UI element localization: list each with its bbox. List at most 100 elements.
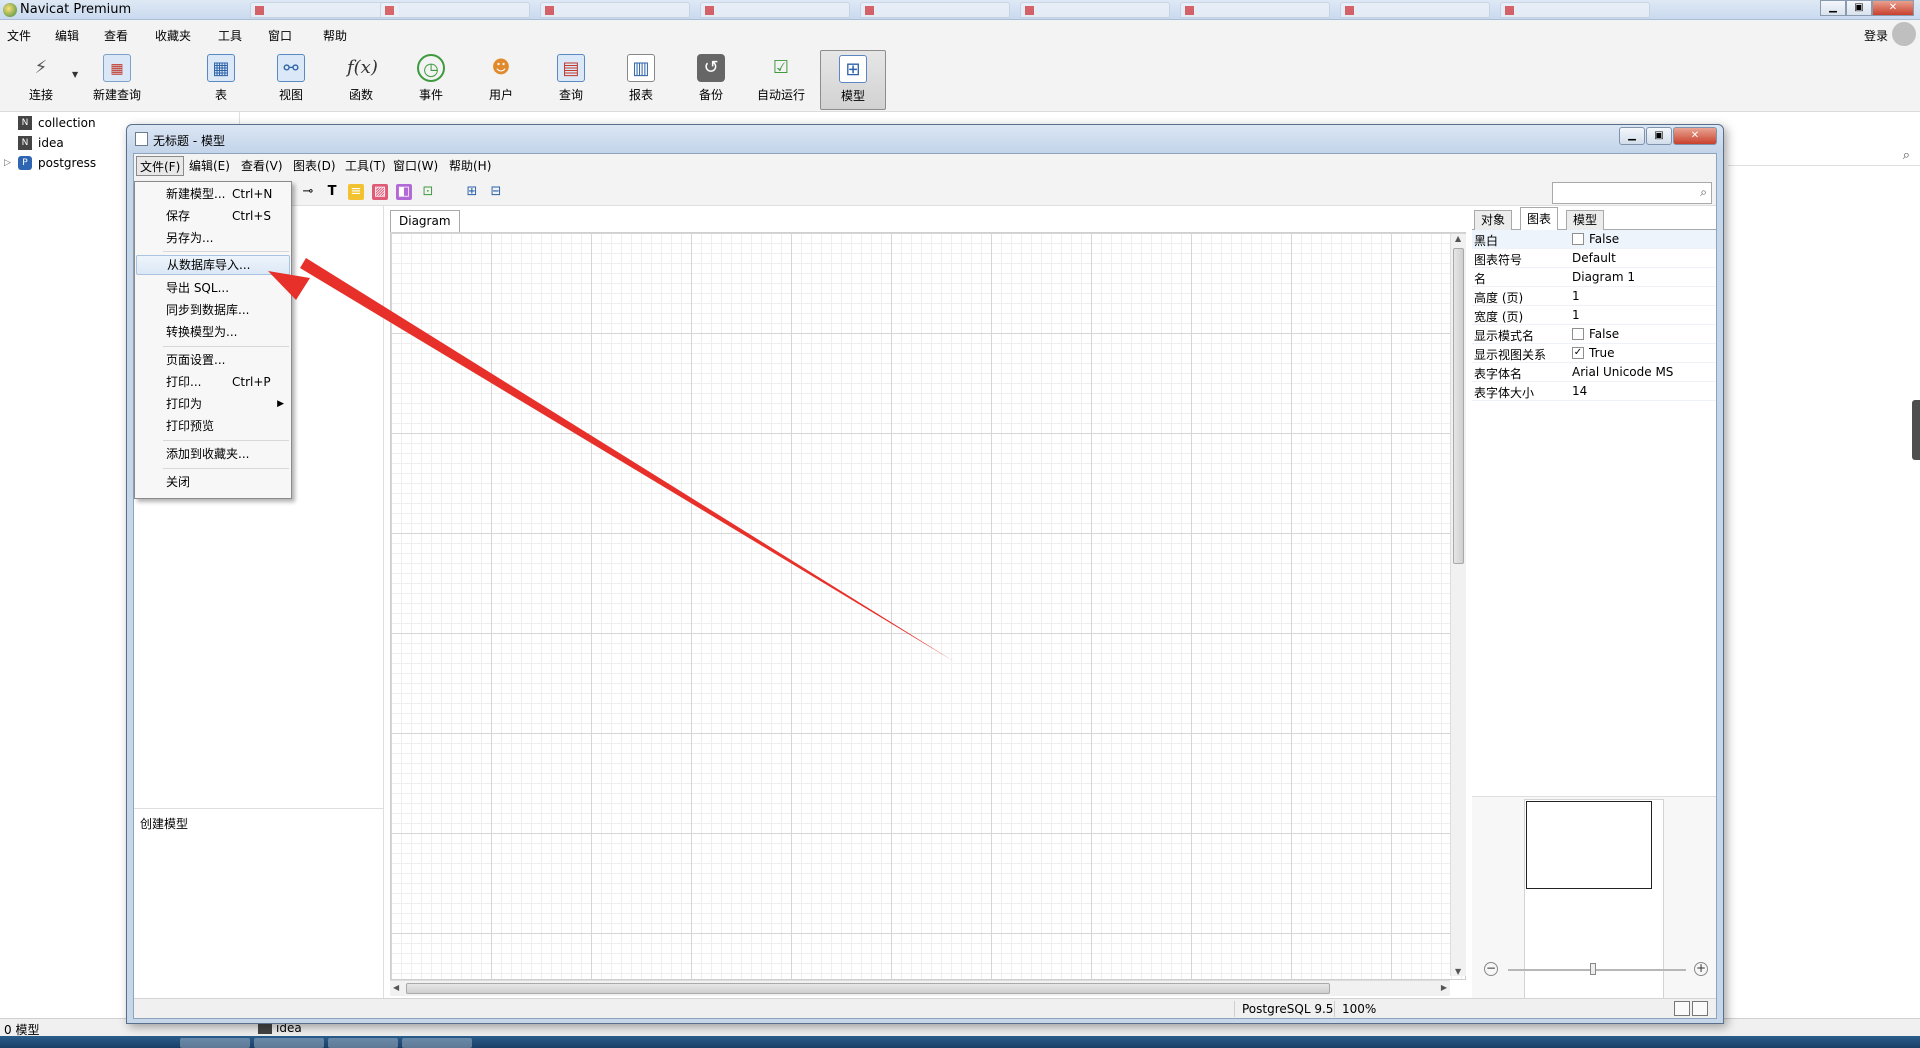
schedule-button[interactable]: ☑ 自动运行: [750, 50, 812, 110]
relation-tool-icon[interactable]: ⊸: [300, 184, 316, 200]
menu-view[interactable]: 查看(V): [238, 156, 286, 176]
new-query-button[interactable]: ▦ 新建查询: [86, 50, 148, 110]
connect-dropdown-icon[interactable]: ▼: [72, 70, 78, 79]
maximize-button[interactable]: ▣: [1846, 0, 1872, 16]
checkbox[interactable]: [1572, 328, 1584, 340]
menu-item-print-preview[interactable]: 打印预览: [136, 416, 290, 436]
property-row[interactable]: 名 Diagram 1: [1472, 268, 1716, 287]
zoom-slider-thumb[interactable]: [1590, 963, 1596, 975]
query-button[interactable]: ▤ 查询: [540, 50, 602, 110]
horizontal-scrollbar[interactable]: ◀ ▶: [390, 980, 1450, 996]
tab-diagram[interactable]: 图表: [1520, 207, 1559, 231]
expand-arrow-icon[interactable]: ▷: [4, 158, 11, 168]
menu-file[interactable]: 文件: [7, 27, 31, 44]
taskbar-item[interactable]: [180, 1038, 250, 1048]
event-button[interactable]: ◷ 事件: [400, 50, 462, 110]
menu-item-print-as[interactable]: 打印为 ▶: [136, 394, 290, 414]
menu-item-sync-to-database[interactable]: 同步到数据库...: [136, 300, 290, 320]
taskbar-item[interactable]: [328, 1038, 398, 1048]
search-icon[interactable]: ⌕: [1903, 148, 1910, 163]
close-button[interactable]: ✕: [1872, 0, 1914, 16]
property-row[interactable]: 宽度 (页) 1: [1472, 306, 1716, 325]
menu-edit[interactable]: 编辑(E): [186, 156, 233, 176]
scroll-thumb[interactable]: [406, 983, 1330, 994]
layer-tool-icon[interactable]: ⊡: [420, 184, 436, 200]
scroll-right-icon[interactable]: ▶: [1441, 983, 1447, 992]
overview-viewport[interactable]: [1526, 801, 1652, 889]
menu-item-import-from-database[interactable]: 从数据库导入...: [136, 255, 290, 275]
menu-window[interactable]: 窗口(W): [390, 156, 441, 176]
view-button[interactable]: ⚯ 视图: [260, 50, 322, 110]
menu-item-add-to-favorites[interactable]: 添加到收藏夹...: [136, 444, 290, 464]
diagram-canvas[interactable]: [390, 232, 1466, 980]
avatar[interactable]: [1892, 22, 1916, 46]
property-row[interactable]: 表字体大小 14: [1472, 382, 1716, 401]
connection-item[interactable]: N idea: [18, 134, 64, 152]
menu-help[interactable]: 帮助: [323, 27, 347, 44]
zoom-in-icon[interactable]: +: [1694, 962, 1708, 976]
vertical-scrollbar[interactable]: ▲ ▼: [1450, 234, 1466, 976]
property-row[interactable]: 黑白 False: [1472, 230, 1716, 249]
menu-file[interactable]: 文件(F): [136, 156, 185, 176]
close-button[interactable]: ✕: [1673, 127, 1717, 145]
connection-item[interactable]: P postgress: [18, 154, 96, 172]
model-button[interactable]: ⊞ 模型: [820, 50, 886, 110]
connection-item[interactable]: N collection: [18, 114, 96, 132]
maximize-button[interactable]: ▣: [1646, 127, 1672, 145]
shape-tool-icon[interactable]: ◧: [396, 184, 412, 200]
menu-edit[interactable]: 编辑: [55, 27, 79, 44]
checkbox[interactable]: [1572, 233, 1584, 245]
menu-item-new-model[interactable]: 新建模型... Ctrl+N: [136, 184, 290, 204]
scroll-down-icon[interactable]: ▼: [1455, 967, 1461, 976]
minimize-button[interactable]: ▁: [1820, 0, 1846, 16]
property-row[interactable]: 图表符号 Default: [1472, 249, 1716, 268]
menu-item-export-sql[interactable]: 导出 SQL...: [136, 278, 290, 298]
menu-diagram[interactable]: 图表(D): [290, 156, 339, 176]
note-tool-icon[interactable]: ≡: [348, 184, 364, 200]
minimize-button[interactable]: ▁: [1619, 127, 1645, 145]
menu-view[interactable]: 查看: [104, 27, 128, 44]
menu-tools[interactable]: 工具(T): [342, 156, 389, 176]
tab-object[interactable]: 对象: [1474, 210, 1513, 230]
menu-help[interactable]: 帮助(H): [446, 156, 494, 176]
menu-item-print[interactable]: 打印... Ctrl+P: [136, 372, 290, 392]
menu-item-convert-model[interactable]: 转换模型为...: [136, 322, 290, 342]
tab-model[interactable]: 模型: [1566, 210, 1605, 230]
property-row[interactable]: 表字体名 Arial Unicode MS: [1472, 363, 1716, 382]
zoom-out-icon[interactable]: −: [1484, 962, 1498, 976]
login-link[interactable]: 登录: [1864, 27, 1888, 44]
user-button[interactable]: ☻ 用户: [470, 50, 532, 110]
auto-layout-icon[interactable]: ⊟: [488, 184, 504, 200]
menu-favorites[interactable]: 收藏夹: [155, 27, 191, 44]
function-button[interactable]: f(x) 函数: [330, 50, 392, 110]
taskbar-item[interactable]: [254, 1038, 324, 1048]
side-handle[interactable]: [1912, 400, 1920, 460]
view-mode-icon[interactable]: [1692, 1001, 1708, 1016]
property-row[interactable]: 显示视图关系 ✓ True: [1472, 344, 1716, 363]
menu-item-page-setup[interactable]: 页面设置...: [136, 350, 290, 370]
menu-window[interactable]: 窗口: [268, 27, 292, 44]
backup-button[interactable]: ↺ 备份: [680, 50, 742, 110]
main-window-title: Navicat Premium: [20, 2, 132, 17]
tab-diagram-1[interactable]: Diagram 1: [390, 210, 460, 249]
table-button[interactable]: ▦ 表: [190, 50, 252, 110]
align-tool-icon[interactable]: ⊞: [464, 184, 480, 200]
scroll-up-icon[interactable]: ▲: [1455, 234, 1461, 243]
checkbox-checked[interactable]: ✓: [1572, 347, 1584, 359]
zoom-slider[interactable]: [1508, 969, 1686, 971]
property-row[interactable]: 高度 (页) 1: [1472, 287, 1716, 306]
connect-button[interactable]: ⚡ 连接: [10, 50, 72, 110]
image-tool-icon[interactable]: ▨: [372, 184, 388, 200]
menu-item-save[interactable]: 保存 Ctrl+S: [136, 206, 290, 226]
property-row[interactable]: 显示模式名 False: [1472, 325, 1716, 344]
scroll-left-icon[interactable]: ◀: [393, 983, 399, 992]
menu-item-save-as[interactable]: 另存为...: [136, 228, 290, 248]
menu-tools[interactable]: 工具: [218, 27, 242, 44]
report-button[interactable]: ▥ 报表: [610, 50, 672, 110]
view-mode-icon[interactable]: [1674, 1001, 1690, 1016]
taskbar-item[interactable]: [402, 1038, 472, 1048]
object-search-input[interactable]: ⌕: [1552, 182, 1712, 204]
scroll-thumb[interactable]: [1453, 248, 1464, 564]
text-tool-icon[interactable]: T: [324, 184, 340, 200]
menu-item-close[interactable]: 关闭: [136, 472, 290, 492]
